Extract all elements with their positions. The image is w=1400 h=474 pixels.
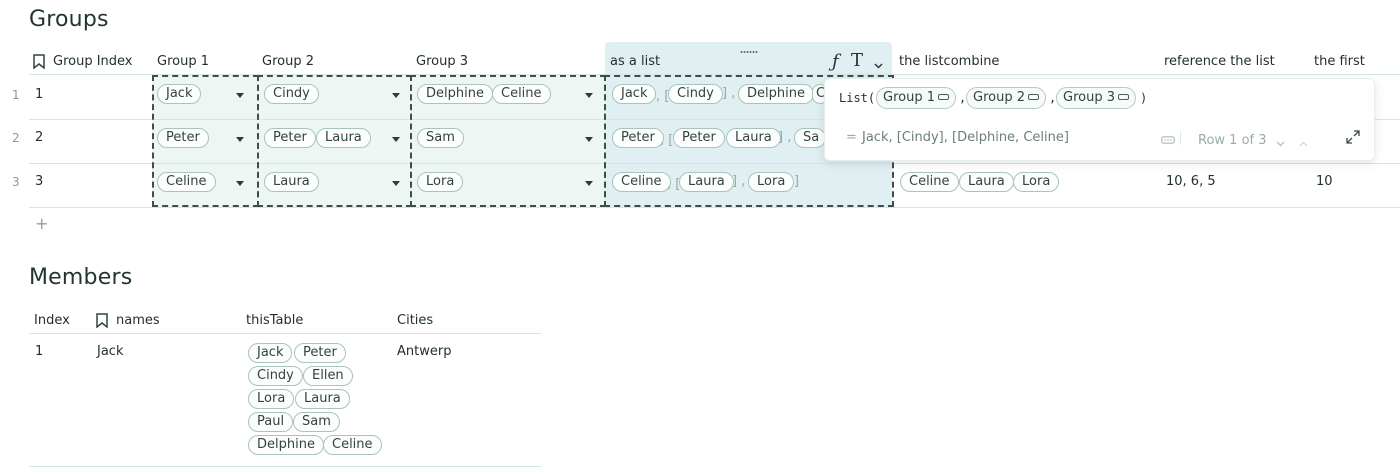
- col-header-the-first[interactable]: the first: [1314, 54, 1365, 69]
- col-header-group-index[interactable]: Group Index: [53, 54, 133, 69]
- chip[interactable]: Jack: [248, 343, 293, 363]
- cell-the-first[interactable]: 10: [1316, 174, 1333, 189]
- row-number: 2: [12, 131, 20, 145]
- formula-arg-chip[interactable]: Group 2: [966, 87, 1046, 109]
- formula-function[interactable]: List(: [839, 91, 875, 105]
- chip[interactable]: Laura: [959, 172, 1014, 192]
- col-header-group-1[interactable]: Group 1: [157, 54, 209, 69]
- cell-group-index[interactable]: 2: [35, 130, 43, 145]
- formula-arg-chip[interactable]: Group 3: [1056, 87, 1136, 109]
- chip[interactable]: Celine: [323, 435, 382, 455]
- reference-icon: [1117, 93, 1129, 100]
- chip[interactable]: Sam: [293, 412, 340, 432]
- text-type-icon[interactable]: T: [851, 50, 863, 71]
- cell-group-index[interactable]: 3: [35, 174, 43, 189]
- formula-icon[interactable]: ƒ: [832, 51, 839, 72]
- grid-line: [29, 207, 1400, 208]
- reference-icon[interactable]: [1161, 133, 1175, 148]
- formula-result: Jack, [Cindy], [Delphine, Celine]: [862, 130, 1069, 145]
- col-header-group-2[interactable]: Group 2: [262, 54, 314, 69]
- cell-reference[interactable]: 10, 6, 5: [1166, 174, 1216, 189]
- formula-arg-label: Group 3: [1063, 90, 1115, 105]
- formula-close-paren: ): [1140, 91, 1148, 105]
- col-header-thistable[interactable]: thisTable: [246, 313, 303, 328]
- chip[interactable]: Lora: [1013, 172, 1060, 192]
- cell-name[interactable]: Jack: [97, 344, 123, 359]
- expand-icon[interactable]: [1346, 130, 1360, 148]
- row-indicator: Row 1 of 3: [1198, 133, 1267, 148]
- reference-icon: [1027, 93, 1039, 100]
- col-header-as-a-list[interactable]: as a list: [610, 54, 660, 69]
- copy-selection-border: [152, 75, 259, 207]
- chevron-up-icon[interactable]: [1299, 136, 1308, 151]
- col-header-listcombine[interactable]: the listcombine: [899, 54, 999, 69]
- chip[interactable]: Peter: [294, 343, 346, 363]
- formula-editor-popup[interactable]: List( Group 1 , Group 2 , Group 3 ) = Ja…: [824, 78, 1375, 161]
- copy-selection-border: [257, 75, 412, 207]
- drag-handle-icon[interactable]: [740, 43, 758, 58]
- chip[interactable]: Celine: [900, 172, 959, 192]
- cell-city[interactable]: Antwerp: [397, 344, 451, 359]
- chip[interactable]: Laura: [295, 389, 350, 409]
- col-header-cities[interactable]: Cities: [397, 313, 433, 328]
- add-row-button[interactable]: +: [35, 214, 48, 233]
- cell-index[interactable]: 1: [35, 344, 43, 359]
- col-header-reference[interactable]: reference the list: [1164, 54, 1275, 69]
- divider: [1180, 131, 1181, 145]
- col-header-names[interactable]: names: [116, 313, 160, 328]
- grid-line: [29, 466, 541, 467]
- reference-icon: [937, 93, 949, 100]
- col-header-group-3[interactable]: Group 3: [416, 54, 468, 69]
- bookmark-icon: [96, 313, 108, 332]
- chevron-down-icon[interactable]: [1276, 136, 1285, 151]
- grid-line: [29, 333, 541, 334]
- formula-arg-label: Group 1: [883, 90, 935, 105]
- chip[interactable]: Ellen: [303, 366, 353, 386]
- chip[interactable]: Paul: [248, 412, 294, 432]
- col-header-index[interactable]: Index: [34, 313, 70, 328]
- cell-group-index[interactable]: 1: [35, 87, 43, 102]
- formula-arg-label: Group 2: [973, 90, 1025, 105]
- formula-arg-chip[interactable]: Group 1: [876, 87, 956, 109]
- chevron-down-icon[interactable]: [874, 58, 883, 73]
- members-title: Members: [29, 265, 133, 290]
- row-number: 3: [12, 175, 20, 189]
- result-equals: =: [846, 130, 857, 145]
- chip[interactable]: Delphine: [248, 435, 324, 455]
- copy-selection-border: [410, 75, 606, 207]
- chip[interactable]: Lora: [248, 389, 295, 409]
- row-number: 1: [12, 88, 20, 102]
- groups-title: Groups: [29, 7, 109, 32]
- bookmark-icon: [33, 54, 45, 73]
- chip[interactable]: Cindy: [248, 366, 303, 386]
